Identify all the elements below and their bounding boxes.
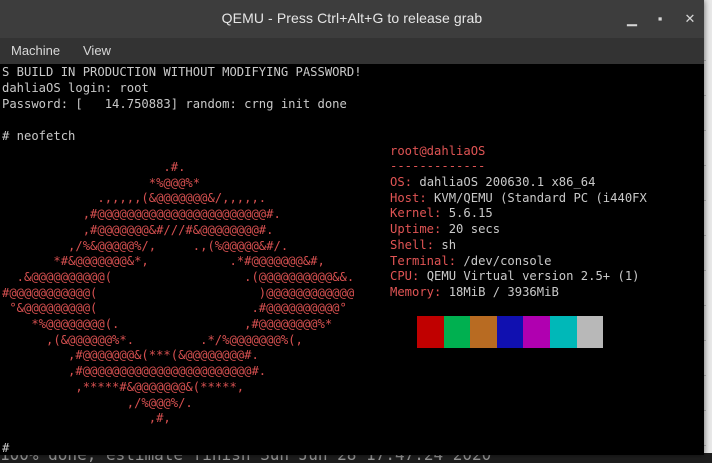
title-bar[interactable]: QEMU - Press Ctrl+Alt+G to release grab … [0,0,704,38]
info-value: 5.6.15 [448,206,493,221]
info-key: OS [390,175,405,189]
logo-line: *%@@@@@@@@(. ,#@@@@@@@@%* [2,317,333,331]
info-row: OS: dahliaOS 200630.1 x86_64 [390,175,595,191]
info-colon: : [448,253,464,268]
logo-line: ,#@@@@@@@&#///#&@@@@@@@@#. [2,222,274,237]
info-key: Terminal [390,253,449,268]
minimize-icon: ▁ [627,11,637,26]
color-swatch [523,316,550,348]
info-value: KVM/QEMU (Standard PC (i440FX [434,190,647,205]
info-row: Uptime: 20 secs [390,222,500,238]
color-swatch [549,316,577,348]
color-swatch [470,316,497,348]
logo-line: .#. [2,160,186,174]
info-value: sh [441,237,457,252]
info-colon: : [412,269,427,284]
console-line: S BUILD IN PRODUCTION WITHOUT MODIFYING … [2,65,362,79]
info-key: Shell [390,237,427,252]
info-key: Memory [390,284,435,299]
logo-line: ,#@@@@@@@@@@@@@@@@@@@@@@@#. [2,207,281,222]
close-button[interactable]: ✕ [680,9,700,29]
vm-console[interactable]: S BUILD IN PRODUCTION WITHOUT MODIFYING … [0,64,704,455]
info-key: Uptime [390,222,435,237]
maximize-button[interactable]: ▪ [650,9,670,29]
color-swatch [417,316,444,348]
logo-line: #@@@@@@@@@@@( )@@@@@@@@@@@@ [2,285,355,300]
info-value: 18MiB / 3936MiB [448,284,559,299]
info-value: /dev/console [463,253,552,268]
logo-line: ,/%&@@@@@%/, .,(%@@@@@&#/. [2,238,289,253]
info-colon: : [434,222,449,237]
logo-line: ,/%@@@%/. [2,395,193,410]
info-separator: ------------- [390,159,486,173]
console-line: Password: [ 14.750883] random: crng init… [2,97,347,111]
menu-view[interactable]: View [83,43,111,58]
logo-line: ,(&@@@@@@%*. .*/%@@@@@@@%(, [2,332,303,347]
maximize-icon: ▪ [657,11,663,26]
logo-line: ,*****#&@@@@@@@&(*****, [2,379,245,394]
info-value: dahliaOS 200630.1 x86_64 [419,175,596,189]
color-swatch [443,316,471,348]
color-swatch [576,316,604,348]
console-line: # neofetch [2,129,76,143]
info-colon: : [434,206,449,221]
info-row: Terminal: /dev/console [390,254,551,270]
logo-line: .,,,,,(&@@@@@@@&/,,,,,. [2,191,267,206]
minimize-button[interactable]: ▁ [622,9,642,29]
info-value: 20 secs [448,222,501,237]
info-row: Memory: 18MiB / 3936MiB [390,285,559,301]
color-palette [417,316,604,348]
user-host: root@dahliaOS [390,144,486,158]
qemu-window: QEMU - Press Ctrl+Alt+G to release grab … [0,0,704,455]
close-icon: ✕ [684,11,696,26]
logo-line: *#&@@@@@@@&*, .*#@@@@@@@&#, [2,254,325,269]
info-key: CPU [390,269,413,284]
menu-machine[interactable]: Machine [11,43,60,58]
window-title: QEMU - Press Ctrl+Alt+G to release grab [221,10,483,26]
logo-line: °&@@@@@@@@@( .#@@@@@@@@@@° [2,301,347,316]
logo-line: .&@@@@@@@@@@( .(@@@@@@@@@@&&. [2,269,355,284]
menu-bar: Machine View [0,38,704,64]
info-colon: : [426,237,442,252]
info-colon: : [419,190,435,205]
shell-prompt: # [2,441,10,455]
logo-line: ,#@@@@@@@@@@@@@@@@@@@@@@@#. [2,364,267,379]
logo-line: ,#, [2,411,171,426]
logo-line: ,#@@@@@@@&(***(&@@@@@@@@#. [2,348,259,363]
info-value: QEMU Virtual version 2.5+ (1) [426,269,640,284]
info-colon: : [404,175,420,189]
info-key: Host [390,190,420,205]
info-row: Shell: sh [390,238,456,254]
info-row: Kernel: 5.6.15 [390,206,493,222]
info-row: Host: KVM/QEMU (Standard PC (i440FX [390,191,647,207]
info-colon: : [434,284,449,299]
console-line: dahliaOS login: root [2,81,149,95]
info-key: Kernel [390,206,435,221]
info-row: CPU: QEMU Virtual version 2.5+ (1) [390,269,640,285]
color-swatch [496,316,524,348]
logo-line: *%@@@%* [2,175,201,190]
